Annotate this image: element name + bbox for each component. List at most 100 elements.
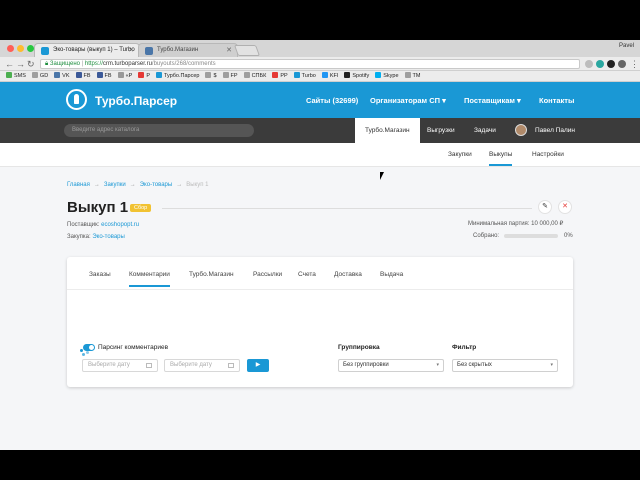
bookmark-item[interactable]: Turbo (293, 71, 316, 82)
tab-purchases[interactable]: Закупки (448, 151, 472, 158)
forward-arrow-icon[interactable]: → (16, 58, 25, 70)
tab-close-icon[interactable]: ✕ (128, 44, 134, 57)
bookmark-item[interactable]: PP (272, 71, 288, 82)
bookmark-icon (272, 72, 279, 78)
bookmark-icon (243, 72, 250, 78)
nav-organizers[interactable]: Организаторам СП ▾ (370, 96, 446, 105)
tab-invoices[interactable]: Счета (298, 271, 316, 278)
chevron-down-icon: ▾ (517, 96, 521, 105)
bookmark-item[interactable]: VK (54, 71, 70, 82)
breadcrumb-purchases[interactable]: Закупки (104, 182, 126, 188)
nav-suppliers[interactable]: Поставщикам ▾ (464, 96, 521, 105)
bookmark-item[interactable]: FB (75, 71, 91, 82)
collected-value: 0% (564, 233, 573, 239)
bookmark-item[interactable]: FP (222, 71, 238, 82)
bookmark-item[interactable]: KFI (321, 71, 339, 82)
vk-favicon-icon (145, 47, 153, 55)
brand-name[interactable]: Турбо.Парсер (95, 94, 177, 108)
bookmark-item[interactable]: GD (31, 71, 48, 82)
tab-mailings[interactable]: Рассылки (253, 271, 282, 278)
bookmark-item[interactable]: SMS (6, 71, 26, 82)
breadcrumb-home[interactable]: Главная (67, 182, 90, 188)
delete-button[interactable]: ✕ (558, 200, 572, 214)
bookmark-item[interactable]: СПБК (243, 71, 266, 82)
apply-filter-button[interactable]: ▶ (247, 359, 269, 372)
browser-window: Эко-товары (выкуп 1) – Turbo ✕ Турбо.Маг… (0, 40, 640, 450)
edit-button[interactable]: ✎ (538, 200, 552, 214)
filter-select[interactable]: Без скрытых ▾ (452, 359, 558, 372)
bookmark-icon (138, 72, 145, 78)
tab-pickup[interactable]: Выдача (380, 271, 403, 278)
menu-icon[interactable]: ⋮ (630, 58, 639, 70)
purchase-link[interactable]: Эко-товары (92, 234, 124, 240)
extension-icon[interactable] (607, 60, 615, 68)
zoom-window-button[interactable] (27, 45, 34, 52)
supplier-link[interactable]: ecoshopopt.ru (101, 222, 139, 228)
arrow-right-icon: → (93, 182, 100, 188)
extension-icon[interactable] (618, 60, 626, 68)
profile-name[interactable]: Pavel (619, 43, 634, 49)
tab-close-icon[interactable]: ✕ (226, 44, 232, 57)
tab-bar: Эко-товары (выкуп 1) – Turbo ✕ Турбо.Маг… (0, 40, 640, 57)
tab-orders[interactable]: Заказы (89, 271, 111, 278)
avatar[interactable] (515, 124, 527, 136)
bookmark-icon (31, 72, 38, 78)
bookmark-icon (293, 72, 300, 78)
pencil-icon: ✎ (542, 203, 548, 210)
grouping-select[interactable]: Без группировки ▾ (338, 359, 444, 372)
supplier-line: Поставщик: ecoshopopt.ru (67, 222, 139, 228)
bookmark-item[interactable]: P (138, 71, 150, 82)
tab-delivery[interactable]: Доставка (334, 271, 362, 278)
tab-buyouts[interactable]: Выкупы (489, 151, 513, 166)
subnav-tasks[interactable]: Задачи (474, 118, 496, 143)
browser-tab-active[interactable]: Эко-товары (выкуп 1) – Turbo ✕ (34, 43, 140, 57)
bookmark-icon (205, 72, 212, 78)
screen: Эко-товары (выкуп 1) – Turbo ✕ Турбо.Маг… (0, 0, 640, 480)
bookmark-item[interactable]: Spotify (344, 71, 369, 82)
breadcrumb-eco-goods[interactable]: Эко-товары (140, 182, 172, 188)
bookmark-item[interactable]: Skype (375, 71, 399, 82)
url-host: crm.turboparser.ru (102, 61, 152, 67)
arrow-right-icon: → (176, 182, 183, 188)
bookmark-icon (321, 72, 328, 78)
mouse-cursor-icon (380, 172, 388, 180)
subnav-exports[interactable]: Выгрузки (427, 118, 455, 143)
browser-tab[interactable]: Турбо.Магазин ✕ (138, 43, 238, 57)
tab-turbo-shop[interactable]: Турбо.Магазин (189, 271, 234, 278)
secure-label: Защищено (49, 61, 80, 67)
minimize-window-button[interactable] (17, 45, 24, 52)
bookmark-label: FP (230, 73, 238, 79)
tab-comments[interactable]: Комментарии (129, 271, 170, 287)
back-arrow-icon[interactable]: ← (5, 58, 14, 70)
sub-header: Введите адрес каталога Турбо.Магазин Выг… (0, 118, 640, 143)
bookmark-item[interactable]: $ (205, 71, 217, 82)
extension-icon[interactable] (596, 60, 604, 68)
bookmark-item[interactable]: Турбо.Парсер (155, 71, 199, 82)
bookmark-icon (54, 72, 61, 78)
loading-spinner-icon (80, 346, 90, 356)
new-tab-button[interactable] (233, 45, 261, 56)
grouping-label: Группировка (338, 344, 380, 351)
nav-contacts[interactable]: Контакты (539, 96, 574, 105)
rocket-logo-icon[interactable] (66, 89, 87, 110)
bookmark-label: KFI (329, 73, 339, 79)
bookmark-item[interactable]: TM (404, 71, 420, 82)
url-scheme: https:// (84, 61, 103, 67)
user-name[interactable]: Павел Палин (535, 118, 575, 143)
chevron-down-icon: ▾ (436, 362, 439, 368)
subnav-turbo-shop[interactable]: Турбо.Магазин (355, 118, 420, 143)
reload-icon[interactable]: ↻ (27, 58, 35, 70)
bookmark-item[interactable]: FB (96, 71, 112, 82)
bookmark-star-icon[interactable] (585, 60, 593, 68)
url-field[interactable]: 🔒︎ Защищено | https://crm.turboparser.ru… (40, 59, 580, 69)
bookmark-icon (155, 72, 162, 78)
bookmark-item[interactable]: «P (117, 71, 132, 82)
status-badge: Сбор (130, 204, 152, 212)
calendar-icon (228, 363, 234, 368)
tab-settings[interactable]: Настройки (532, 151, 564, 158)
catalog-search-input[interactable]: Введите адрес каталога (64, 124, 254, 137)
close-window-button[interactable] (7, 45, 14, 52)
calendar-icon (146, 363, 152, 368)
bookmark-label: SMS (14, 73, 26, 79)
nav-sites[interactable]: Сайты (32699) (306, 96, 358, 105)
